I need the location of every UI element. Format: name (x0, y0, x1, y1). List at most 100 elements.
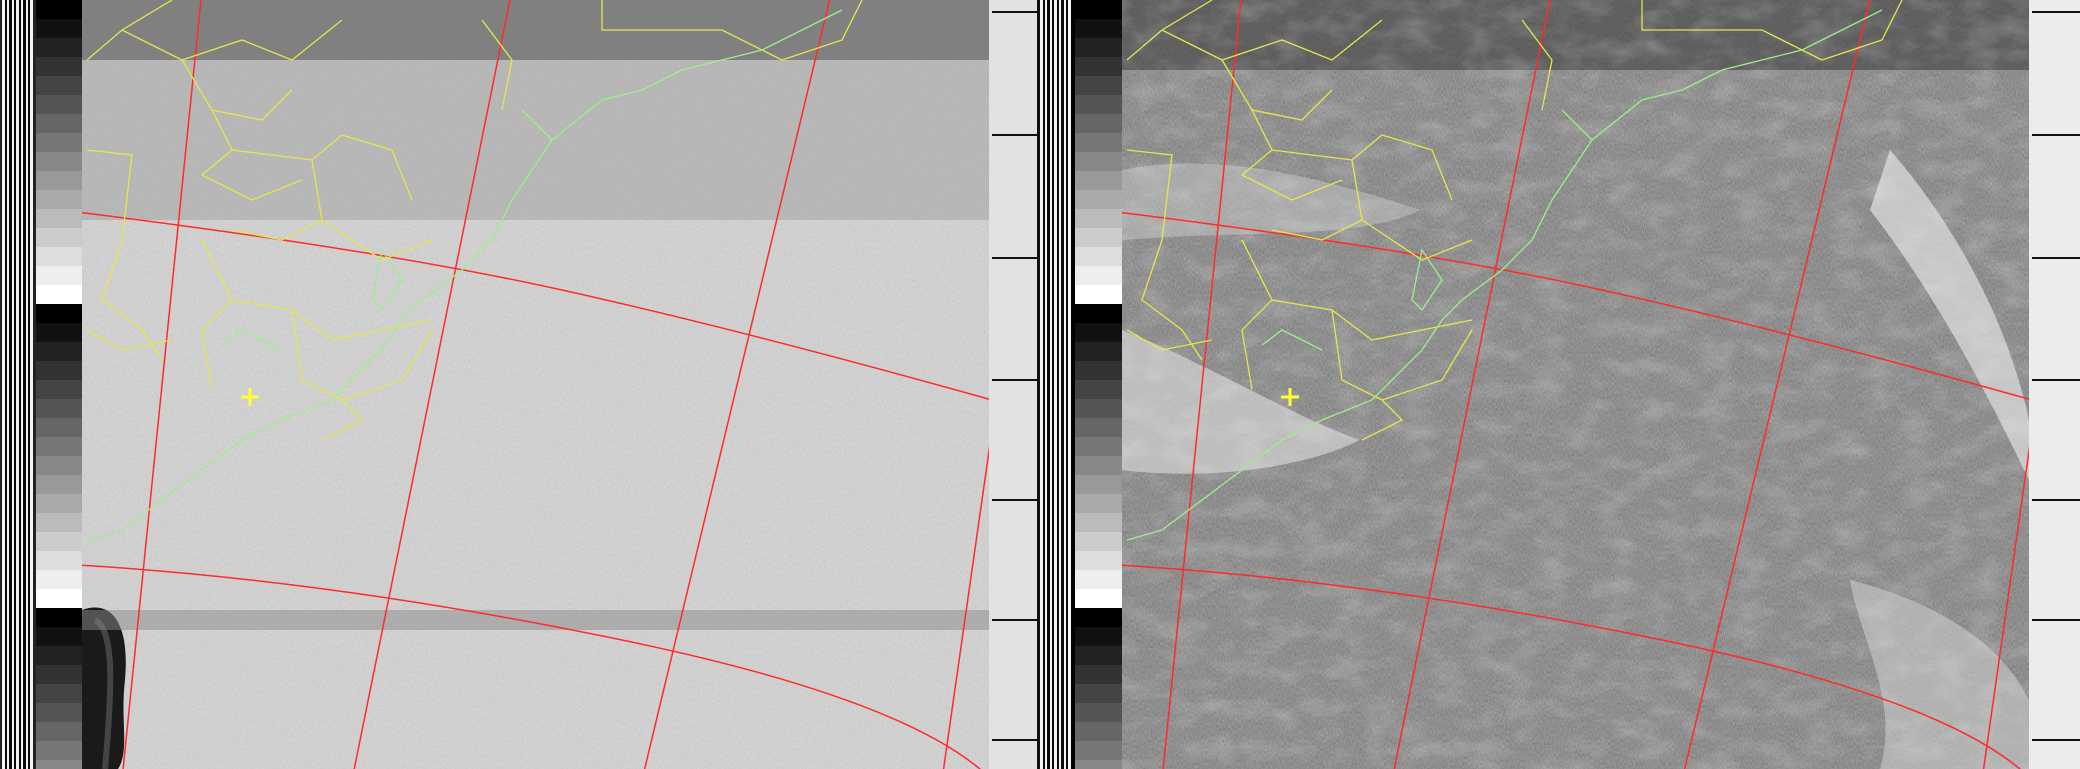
wedge-block (36, 304, 82, 323)
wedge-block (1075, 247, 1122, 266)
wedge-block (1075, 342, 1122, 361)
wedge-block (36, 646, 82, 665)
sync-stripe (1052, 0, 1054, 769)
sync-stripes-a (0, 0, 36, 769)
wedge-block (36, 532, 82, 551)
wedge-block (36, 627, 82, 646)
sync-stripe (1045, 0, 1047, 769)
wedge-block (36, 19, 82, 38)
wedge-block (1075, 285, 1122, 304)
wedge-block (36, 266, 82, 285)
wedge-block (36, 589, 82, 608)
wedge-block (36, 703, 82, 722)
wedge-block (1075, 266, 1122, 285)
wedge-block (1075, 19, 1122, 38)
wedge-block (36, 38, 82, 57)
wedge-block (36, 152, 82, 171)
sync-stripe (12, 0, 14, 769)
wedge-block (1075, 57, 1122, 76)
wedge-block (36, 380, 82, 399)
wedge-block (36, 570, 82, 589)
wedge-block (1075, 38, 1122, 57)
wedge-block (36, 399, 82, 418)
wedge-block (1075, 323, 1122, 342)
wedge-block (1075, 399, 1122, 418)
wedge-block (1075, 304, 1122, 323)
wedge-block (36, 247, 82, 266)
wedge-block (1075, 589, 1122, 608)
sync-stripe (1068, 0, 1071, 769)
wedge-block (36, 456, 82, 475)
wedge-block (1075, 665, 1122, 684)
wedge-block (36, 551, 82, 570)
wedge-block (1075, 0, 1122, 19)
sync-stripe (23, 0, 26, 769)
wedge-block (1075, 684, 1122, 703)
wedge-block (1075, 228, 1122, 247)
sync-stripe (1040, 0, 1043, 769)
wedge-block (1075, 703, 1122, 722)
satellite-image (0, 0, 2080, 769)
wedge-block (36, 285, 82, 304)
wedge-block (36, 342, 82, 361)
sync-stripe (2, 0, 5, 769)
wedge-block (1075, 361, 1122, 380)
sync-stripe (1061, 0, 1064, 769)
wedge-block (1075, 380, 1122, 399)
sync-stripe (1064, 0, 1066, 769)
sync-stripe (1050, 0, 1052, 769)
telemetry-wedge-b (1075, 0, 1122, 769)
wedge-block (36, 665, 82, 684)
sync-stripe (1054, 0, 1057, 769)
telemetry-wedge-a (36, 0, 82, 769)
sync-stripe (30, 0, 33, 769)
wedge-block (1075, 437, 1122, 456)
wedge-block (1075, 76, 1122, 95)
sync-stripe (21, 0, 23, 769)
wedge-block (36, 437, 82, 456)
apt-image-svg (0, 0, 2080, 769)
wedge-block (1075, 646, 1122, 665)
wedge-block (1075, 741, 1122, 760)
wedge-block (1075, 570, 1122, 589)
wedge-block (36, 190, 82, 209)
wedge-block (36, 722, 82, 741)
wedge-block (1075, 475, 1122, 494)
wedge-block (1075, 608, 1122, 627)
sync-stripe (9, 0, 12, 769)
wedge-block (1075, 551, 1122, 570)
wedge-block (36, 57, 82, 76)
sync-stripe (1043, 0, 1045, 769)
wedge-block (36, 114, 82, 133)
wedge-block (1075, 722, 1122, 741)
wedge-block (1075, 133, 1122, 152)
wedge-block (1075, 513, 1122, 532)
sync-stripe (26, 0, 28, 769)
wedge-block (36, 494, 82, 513)
wedge-block (1075, 171, 1122, 190)
channel-a (82, 0, 989, 769)
wedge-block (36, 418, 82, 437)
wedge-block (36, 76, 82, 95)
wedge-block (36, 323, 82, 342)
wedge-block (36, 684, 82, 703)
sync-stripe (19, 0, 21, 769)
wedge-block (1075, 532, 1122, 551)
sync-stripe (1066, 0, 1068, 769)
wedge-block (36, 228, 82, 247)
sync-stripe (5, 0, 7, 769)
telemetry-column-b (2029, 0, 2080, 769)
wedge-block (36, 95, 82, 114)
sync-stripe (16, 0, 19, 769)
wedge-block (1075, 627, 1122, 646)
channel-b (1122, 0, 2029, 769)
sync-stripes-b (1037, 0, 1071, 769)
wedge-block (36, 608, 82, 627)
telemetry-column-a (989, 0, 1037, 769)
sync-stripe (7, 0, 9, 769)
wedge-block (36, 361, 82, 380)
sync-stripe (1057, 0, 1059, 769)
wedge-block (1075, 494, 1122, 513)
wedge-block (1075, 152, 1122, 171)
wedge-block (1075, 190, 1122, 209)
